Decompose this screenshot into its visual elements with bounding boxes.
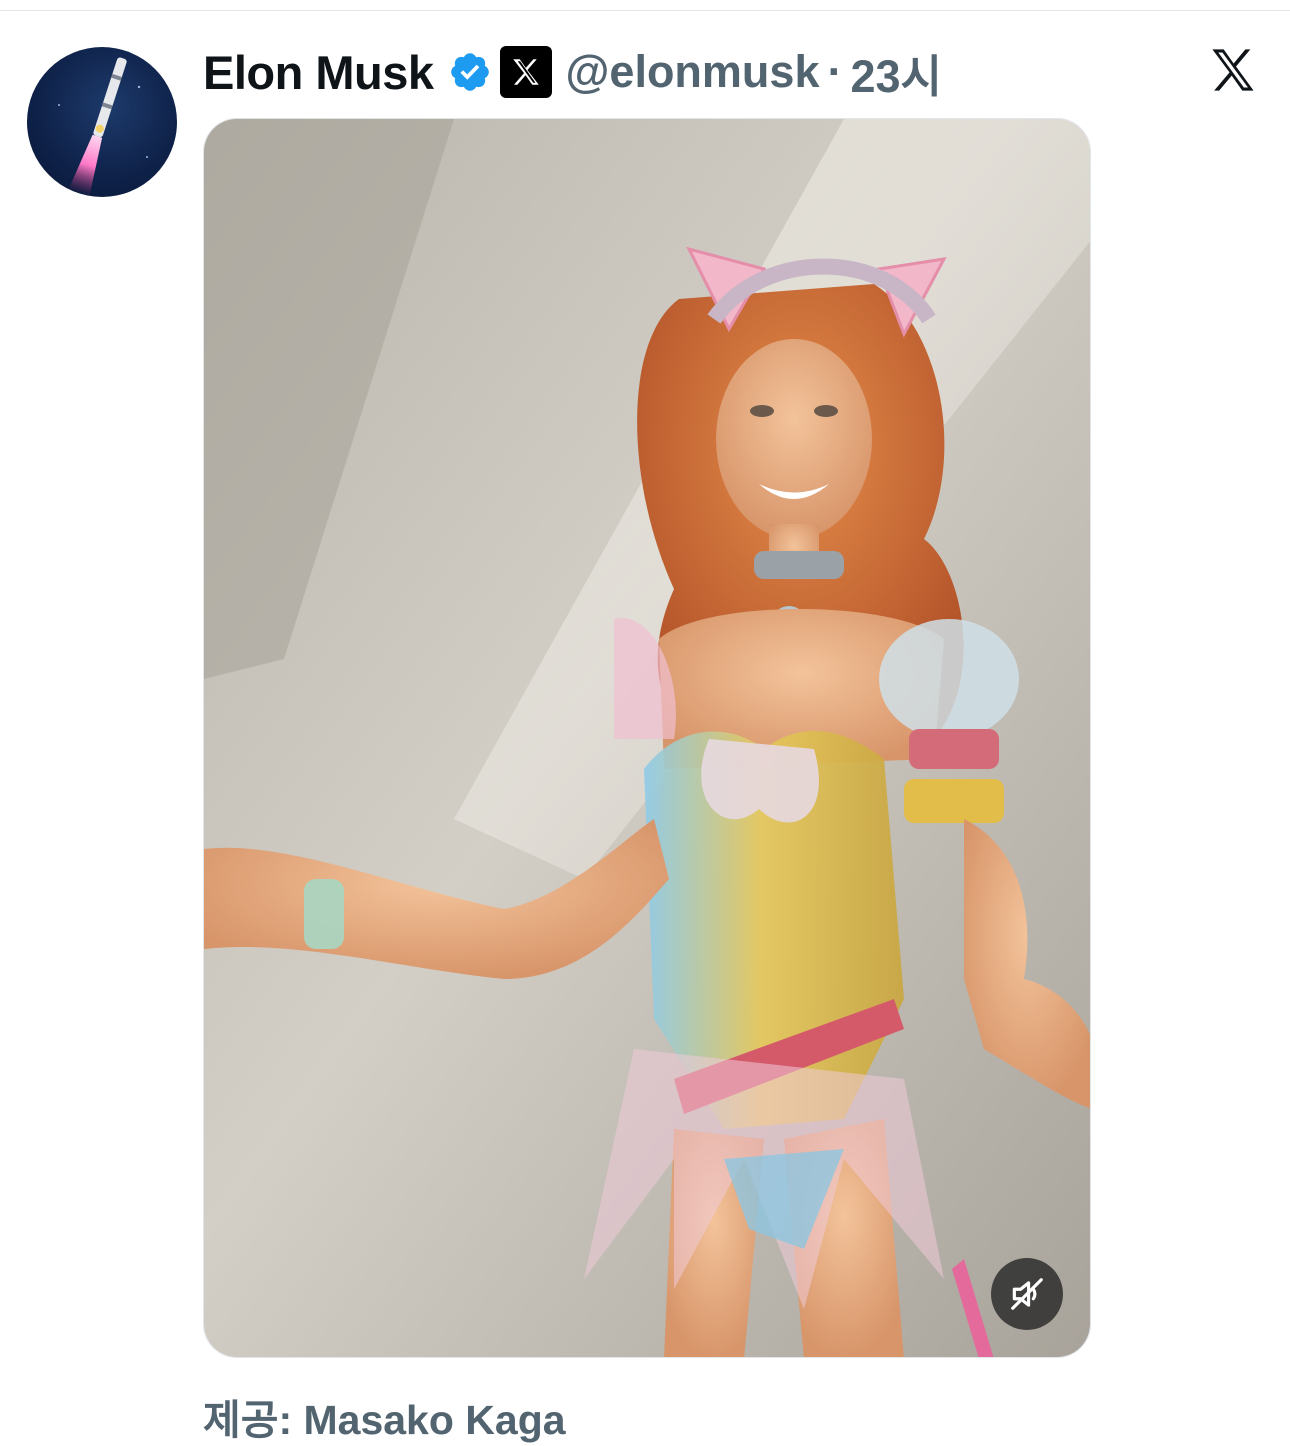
x-affiliate-badge-icon[interactable] xyxy=(499,46,552,98)
post-media-video[interactable] xyxy=(203,118,1091,1358)
author-name[interactable]: Elon Musk xyxy=(203,45,434,100)
rocket-launch-image xyxy=(58,57,148,197)
post-timestamp[interactable]: 23시 xyxy=(850,40,941,105)
mute-toggle-button[interactable] xyxy=(991,1258,1063,1330)
post-header: Elon Musk @elonmusk · 23시 xyxy=(203,42,942,102)
separator-dot: · xyxy=(827,46,843,97)
author-handle[interactable]: @elonmusk xyxy=(566,46,820,98)
verified-badge-icon xyxy=(448,50,492,94)
video-frame xyxy=(204,119,1090,1357)
media-credit: 제공: Masako Kaga xyxy=(203,1397,566,1443)
avatar[interactable] xyxy=(27,47,177,197)
top-divider xyxy=(0,10,1290,11)
x-logo-icon[interactable] xyxy=(1207,44,1259,96)
muted-speaker-icon xyxy=(1011,1278,1043,1310)
